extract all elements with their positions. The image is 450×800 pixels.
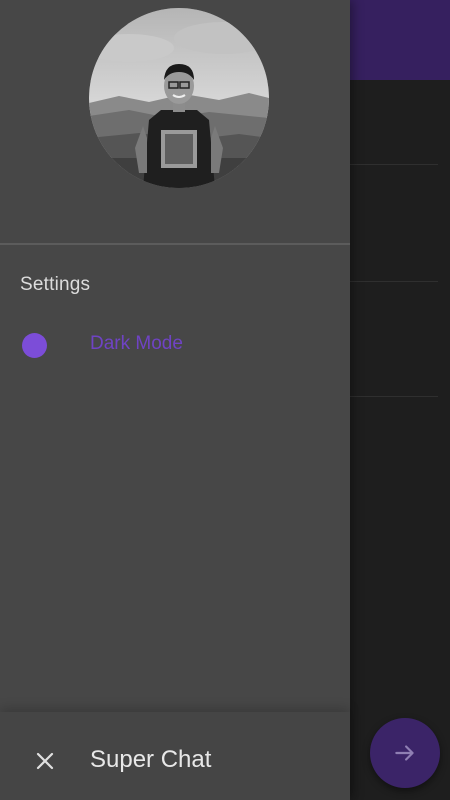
dark-mode-label: Dark Mode (90, 333, 183, 354)
drawer-footer: Super Chat (0, 712, 350, 800)
settings-section-title: Settings (20, 274, 91, 295)
profile-photo-image (89, 8, 269, 188)
header-divider (0, 243, 350, 245)
list-divider (350, 164, 438, 165)
app-title: Super Chat (90, 746, 212, 773)
send-fab-button[interactable] (370, 718, 440, 788)
dark-mode-toggle[interactable]: Dark Mode (0, 322, 350, 368)
list-divider (350, 396, 438, 397)
toggle-dot-icon (22, 333, 47, 358)
close-icon (36, 752, 54, 770)
list-divider (350, 281, 438, 282)
arrow-right-icon (395, 745, 414, 761)
drawer-header (0, 0, 350, 244)
navigation-drawer: Settings Dark Mode Super Chat (0, 0, 350, 800)
avatar[interactable] (89, 8, 269, 188)
close-drawer-button[interactable] (26, 742, 64, 780)
